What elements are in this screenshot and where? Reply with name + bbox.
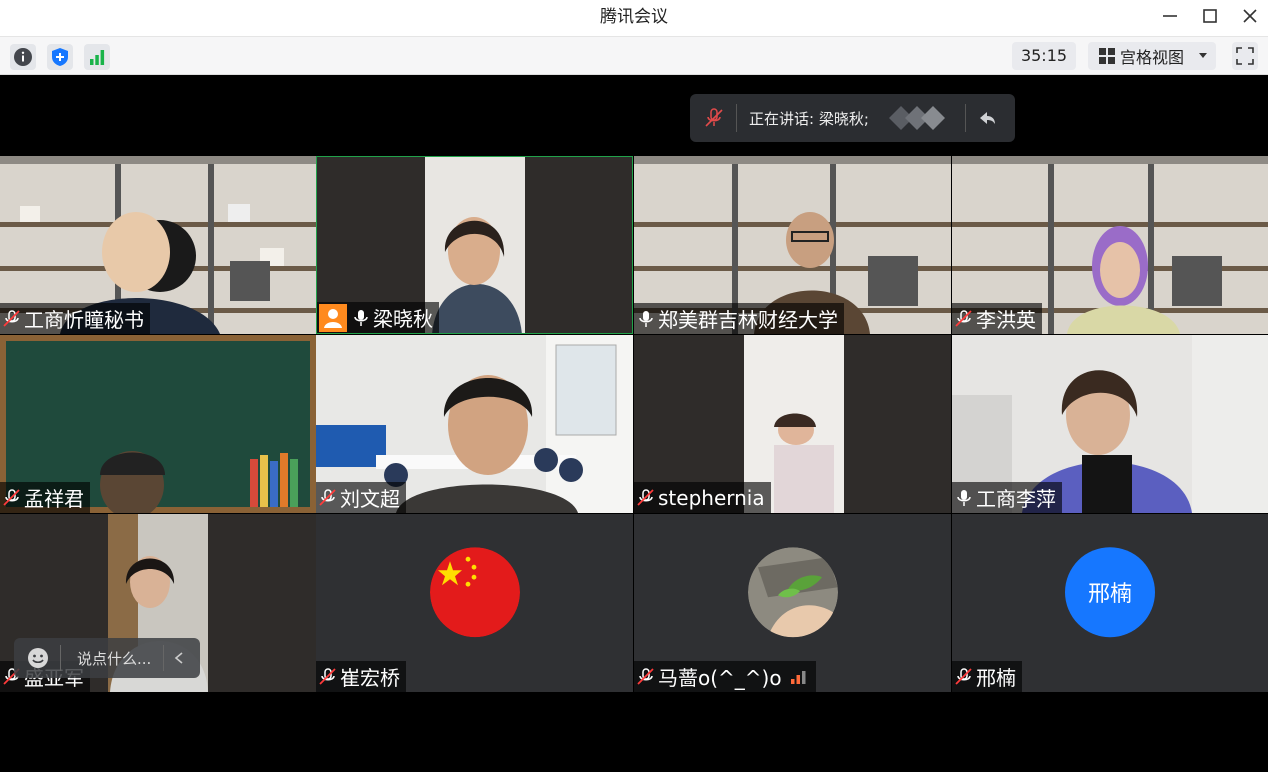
- participant-nametag: 工商忻瞳秘书: [0, 303, 150, 334]
- minimize-icon: [1163, 15, 1177, 17]
- info-icon: [14, 48, 32, 66]
- video-tile-11[interactable]: 邢楠 邢楠: [952, 514, 1268, 692]
- video-tile-4[interactable]: 孟祥君: [0, 335, 316, 513]
- speaking-indicator: 正在讲话: 梁晓秋;: [690, 94, 1015, 142]
- title-bar: 腾讯会议: [0, 0, 1268, 36]
- view-mode-button[interactable]: 宫格视图: [1088, 42, 1216, 70]
- divider: [163, 645, 165, 671]
- video-tile-3[interactable]: 李洪英: [952, 156, 1268, 334]
- video-tile-9[interactable]: 崔宏桥: [316, 514, 633, 692]
- network-button[interactable]: [84, 44, 110, 70]
- participant-name: 郑美群吉林财经大学: [658, 308, 838, 332]
- mic-muted-icon: [319, 488, 336, 506]
- mic-muted-icon: [955, 667, 972, 685]
- mic-on-icon: [957, 489, 971, 506]
- video-tile-7[interactable]: 工商李萍: [952, 335, 1268, 513]
- chat-input-bar[interactable]: 说点什么...: [14, 638, 200, 678]
- participant-nametag: 工商李萍: [952, 482, 1062, 513]
- meeting-timer: 35:15: [1012, 42, 1076, 70]
- participant-name: 工商李萍: [976, 487, 1056, 511]
- participant-nametag: stephernia: [634, 482, 771, 513]
- participant-nametag: 李洪英: [952, 303, 1042, 334]
- security-button[interactable]: [47, 44, 73, 70]
- weak-signal-icon: [790, 670, 806, 684]
- meeting-toolbar: 35:15 宫格视图: [0, 36, 1268, 75]
- video-tile-10[interactable]: 马蔷o(^_^)o: [634, 514, 951, 692]
- divider: [60, 645, 61, 671]
- participant-name: 马蔷o(^_^)o: [658, 666, 782, 690]
- participant-nametag: 郑美群吉林财经大学: [634, 303, 844, 334]
- mic-on-icon: [354, 309, 368, 326]
- video-tile-0[interactable]: 工商忻瞳秘书: [0, 156, 316, 334]
- participant-name: 梁晓秋: [373, 307, 433, 331]
- view-mode-label: 宫格视图: [1120, 48, 1185, 67]
- participant-nametag: 刘文超: [316, 482, 406, 513]
- participant-name: 工商忻瞳秘书: [24, 308, 144, 332]
- participant-nametag: 孟祥君: [0, 482, 90, 513]
- chat-placeholder[interactable]: 说点什么...: [77, 648, 151, 669]
- participant-name: 邢楠: [976, 666, 1016, 690]
- participant-name: 刘文超: [340, 487, 400, 511]
- chevron-down-icon: [1199, 53, 1208, 58]
- signal-icon: [90, 50, 105, 65]
- mic-muted-icon: [705, 108, 723, 127]
- participant-name: 崔宏桥: [340, 666, 400, 690]
- grid-view-icon: [1099, 48, 1115, 64]
- divider: [736, 104, 737, 132]
- participant-nametag: 马蔷o(^_^)o: [634, 661, 816, 692]
- mic-muted-icon: [637, 488, 654, 506]
- mic-muted-icon: [3, 488, 20, 506]
- fullscreen-icon: [1236, 47, 1254, 65]
- minimize-button[interactable]: [1156, 4, 1184, 28]
- participant-nametag: 邢楠: [952, 661, 1022, 692]
- participant-name: stephernia: [658, 485, 765, 510]
- text-avatar: 邢楠: [1065, 547, 1155, 638]
- china-flag-avatar: [429, 547, 520, 638]
- info-button[interactable]: [10, 44, 36, 70]
- video-tile-2[interactable]: 郑美群吉林财经大学: [634, 156, 951, 334]
- mic-on-icon: [639, 310, 653, 327]
- divider: [964, 104, 966, 132]
- emoji-icon: [28, 648, 48, 668]
- maximize-icon: [1203, 9, 1217, 23]
- mic-muted-icon: [637, 667, 654, 685]
- video-tile-1[interactable]: 梁晓秋: [316, 156, 633, 334]
- shield-icon: [52, 48, 68, 66]
- video-tile-6[interactable]: stephernia: [634, 335, 951, 513]
- mic-muted-icon: [955, 309, 972, 327]
- close-button[interactable]: [1236, 4, 1264, 28]
- speaker-avatars-icon: [888, 106, 945, 130]
- close-icon: [1243, 9, 1257, 23]
- mic-muted-icon: [319, 667, 336, 685]
- host-badge-icon: [319, 303, 347, 332]
- video-tile-5[interactable]: 刘文超: [316, 335, 633, 513]
- speaking-label: 正在讲话: 梁晓秋;: [749, 109, 869, 128]
- collapse-arrow-icon: [979, 112, 995, 124]
- fullscreen-button[interactable]: [1232, 42, 1258, 70]
- maximize-button[interactable]: [1196, 4, 1224, 28]
- participant-name: 孟祥君: [24, 487, 84, 511]
- participant-nametag: 梁晓秋: [317, 302, 439, 333]
- chevron-left-icon: [175, 652, 183, 664]
- participant-nametag: 崔宏桥: [316, 661, 406, 692]
- window-title: 腾讯会议: [600, 7, 668, 27]
- participant-name: 李洪英: [976, 308, 1036, 332]
- leaf-photo-avatar: [747, 547, 838, 638]
- mic-muted-icon: [3, 309, 20, 327]
